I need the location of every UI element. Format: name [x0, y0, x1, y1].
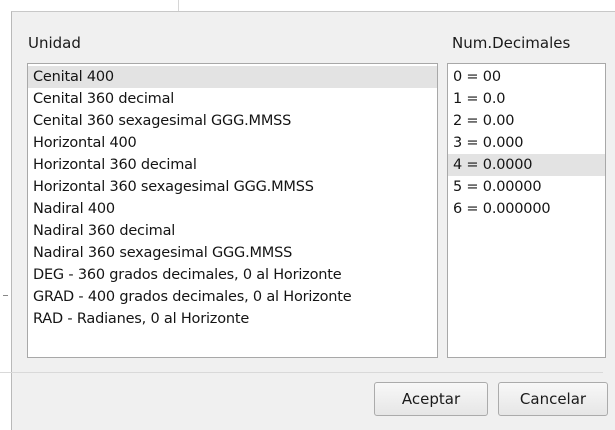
units-list-item[interactable]: RAD - Radianes, 0 al Horizonte	[28, 308, 437, 330]
screen: Unidad Num.Decimales Cenital 400 Cenital…	[0, 0, 615, 430]
units-list-item[interactable]: Horizontal 360 decimal	[28, 154, 437, 176]
units-listbox[interactable]: Cenital 400 Cenital 360 decimal Cenital …	[27, 63, 438, 358]
units-list-item[interactable]: Cenital 360 sexagesimal GGG.MMSS	[28, 110, 437, 132]
decimals-list-item[interactable]: 6 = 0.000000	[448, 198, 605, 220]
units-list-item[interactable]: Horizontal 400	[28, 132, 437, 154]
units-list-item[interactable]: Nadiral 360 sexagesimal GGG.MMSS	[28, 242, 437, 264]
units-label: Unidad	[28, 34, 81, 52]
button-bar-divider	[0, 372, 603, 373]
cancel-button[interactable]: Cancelar	[498, 382, 608, 416]
decimals-list-item[interactable]: 1 = 0.0	[448, 88, 605, 110]
units-list-item[interactable]: Nadiral 360 decimal	[28, 220, 437, 242]
decimals-list-item[interactable]: 0 = 00	[448, 66, 605, 88]
decimals-list-item[interactable]: 2 = 0.00	[448, 110, 605, 132]
units-list-item[interactable]: Cenital 360 decimal	[28, 88, 437, 110]
decimals-listbox[interactable]: 0 = 00 1 = 0.0 2 = 0.00 3 = 0.000 4 = 0.…	[447, 63, 606, 358]
window-edge-tick	[178, 0, 179, 11]
units-list-item[interactable]: GRAD - 400 grados decimales, 0 al Horizo…	[28, 286, 437, 308]
units-list-item[interactable]: Nadiral 400	[28, 198, 437, 220]
units-list-item[interactable]: Cenital 400	[28, 66, 437, 88]
decimals-list-item[interactable]: 4 = 0.0000	[448, 154, 605, 176]
units-list-item[interactable]: DEG - 360 grados decimales, 0 al Horizon…	[28, 264, 437, 286]
decimals-list-item[interactable]: 3 = 0.000	[448, 132, 605, 154]
accept-button[interactable]: Aceptar	[374, 382, 488, 416]
decimals-label: Num.Decimales	[452, 34, 571, 52]
window-edge-mark	[3, 295, 8, 296]
decimals-list-item[interactable]: 5 = 0.00000	[448, 176, 605, 198]
units-list-item[interactable]: Horizontal 360 sexagesimal GGG.MMSS	[28, 176, 437, 198]
